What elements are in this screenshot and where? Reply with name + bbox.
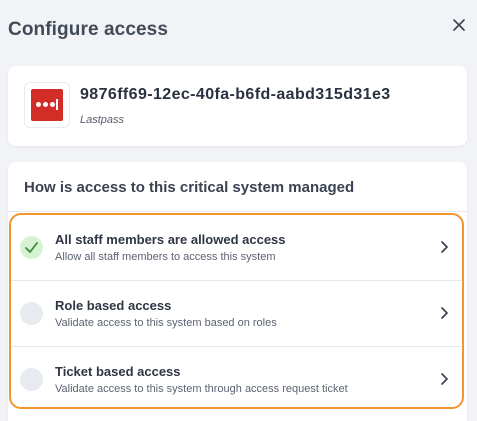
- option-all-staff[interactable]: All staff members are allowed access All…: [11, 215, 462, 280]
- app-id: 9876ff69-12ec-40fa-b6fd-aabd315d31e3: [80, 86, 391, 103]
- close-icon: [453, 19, 465, 31]
- close-button[interactable]: [449, 15, 469, 35]
- question-title: How is access to this critical system ma…: [24, 179, 355, 196]
- unselected-radio[interactable]: [20, 368, 43, 391]
- access-options-group: All staff members are allowed access All…: [9, 213, 464, 409]
- option-role-based[interactable]: Role based access Validate access to thi…: [11, 280, 462, 346]
- lastpass-logo: [24, 82, 70, 128]
- option-description: Validate access to this system through a…: [55, 383, 348, 395]
- lastpass-logo-mark: [31, 89, 63, 121]
- option-ticket-based[interactable]: Ticket based access Validate access to t…: [11, 346, 462, 407]
- dialog-title: Configure access: [8, 19, 168, 40]
- option-description: Allow all staff members to access this s…: [55, 251, 276, 263]
- chevron-right-icon: [441, 241, 448, 253]
- check-icon: [25, 242, 38, 253]
- option-description: Validate access to this system based on …: [55, 317, 277, 329]
- unselected-radio[interactable]: [20, 302, 43, 325]
- selected-radio[interactable]: [20, 236, 43, 259]
- divider: [8, 211, 467, 212]
- app-card: 9876ff69-12ec-40fa-b6fd-aabd315d31e3 Las…: [8, 66, 467, 146]
- option-title: Role based access: [55, 298, 172, 313]
- app-name: Lastpass: [80, 114, 125, 126]
- option-title: Ticket based access: [55, 364, 181, 379]
- option-title: All staff members are allowed access: [55, 232, 286, 247]
- chevron-right-icon: [441, 307, 448, 319]
- chevron-right-icon: [441, 373, 448, 385]
- dialog-header: Configure access: [0, 0, 477, 60]
